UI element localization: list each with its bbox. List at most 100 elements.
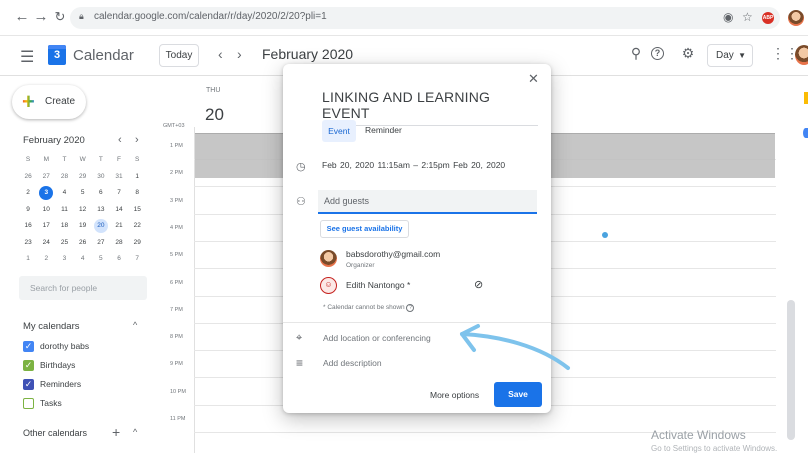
keep-icon[interactable] <box>804 92 808 104</box>
visibility-off-icon[interactable]: ⊘ <box>474 278 483 291</box>
mini-day[interactable]: 10 <box>37 202 55 219</box>
mini-day[interactable]: 5 <box>92 251 110 268</box>
help-icon[interactable]: ? <box>651 47 664 60</box>
mini-day[interactable]: 4 <box>55 185 73 202</box>
event-datetime[interactable]: Feb 20, 2020 11:15am – 2:15pm Feb 20, 20… <box>322 160 505 170</box>
calendar-item[interactable]: ✓ Birthdays <box>23 358 143 374</box>
mini-day[interactable]: 7 <box>128 251 146 268</box>
mini-day[interactable]: 21 <box>110 218 128 235</box>
create-button[interactable]: + Create <box>12 85 86 119</box>
extension-icon[interactable]: ◉ <box>723 10 733 24</box>
other-calendars-heading[interactable]: Other calendars <box>23 428 87 438</box>
mini-day[interactable]: 28 <box>55 169 73 186</box>
calendar-item[interactable]: ✓ dorothy babs <box>23 339 143 355</box>
back-icon[interactable]: ← <box>14 8 30 25</box>
mini-day[interactable]: 5 <box>74 185 92 202</box>
calendar-logo-icon[interactable]: 3 <box>48 45 66 65</box>
settings-gear-icon[interactable]: ⚙ <box>679 45 697 62</box>
mini-day[interactable]: 15 <box>128 202 146 219</box>
mini-next-icon[interactable]: › <box>135 134 139 146</box>
mini-day[interactable]: 1 <box>19 251 37 268</box>
add-description-input[interactable]: Add description <box>323 358 382 368</box>
mini-day[interactable]: 1 <box>128 169 146 186</box>
mini-day[interactable]: 6 <box>92 185 110 202</box>
mini-day-number: 1 <box>26 255 30 262</box>
mini-day[interactable]: 7 <box>110 185 128 202</box>
mini-day[interactable]: 29 <box>74 169 92 186</box>
checkbox-checked-icon[interactable]: ✓ <box>23 341 34 352</box>
tab-event[interactable]: Event <box>322 120 356 142</box>
mini-day[interactable]: 17 <box>37 218 55 235</box>
mini-day[interactable]: 23 <box>19 235 37 252</box>
mini-day[interactable]: 8 <box>128 185 146 202</box>
next-period-icon[interactable]: › <box>237 46 242 62</box>
calendar-item[interactable]: Tasks <box>23 396 143 412</box>
collapse-caret-icon[interactable]: ^ <box>133 320 137 330</box>
see-availability-button[interactable]: See guest availability <box>320 220 409 238</box>
prev-period-icon[interactable]: ‹ <box>218 46 223 62</box>
help-icon[interactable]: ? <box>406 304 415 312</box>
mini-day[interactable]: 27 <box>92 235 110 252</box>
save-button[interactable]: Save <box>494 382 542 407</box>
main-menu-icon[interactable]: ☰ <box>20 47 34 67</box>
mini-day[interactable]: 26 <box>74 235 92 252</box>
mini-day[interactable]: 29 <box>128 235 146 252</box>
mini-day[interactable]: 27 <box>37 169 55 186</box>
mini-day[interactable]: 18 <box>55 218 73 235</box>
checkbox-checked-icon[interactable]: ✓ <box>23 379 34 390</box>
checkbox-checked-icon[interactable]: ✓ <box>23 360 34 371</box>
add-calendar-icon[interactable]: + <box>112 424 120 440</box>
mini-day-number: 26 <box>24 172 32 180</box>
mini-day-number: 4 <box>80 255 85 262</box>
mini-day[interactable]: 13 <box>92 202 110 219</box>
search-people-input[interactable]: Search for people <box>19 276 147 300</box>
my-calendars-heading[interactable]: My calendars <box>23 321 80 332</box>
mini-day[interactable]: 30 <box>92 169 110 186</box>
lock-icon[interactable]: 🔒︎ <box>79 11 84 22</box>
mini-day[interactable]: 14 <box>110 202 128 219</box>
mini-day[interactable]: 24 <box>37 235 55 252</box>
account-avatar[interactable] <box>795 45 808 65</box>
view-select[interactable]: Day ▼ <box>707 44 753 67</box>
close-icon[interactable]: ✕ <box>528 71 539 87</box>
mini-day[interactable]: 11 <box>55 202 73 219</box>
add-guests-input[interactable]: Add guests <box>318 190 537 214</box>
add-location-input[interactable]: Add location or conferencing <box>323 333 431 343</box>
mini-day[interactable]: 16 <box>19 218 37 235</box>
search-icon[interactable]: ⚲ <box>627 45 645 62</box>
mini-day[interactable]: 3 <box>55 251 73 268</box>
star-icon[interactable]: ☆ <box>742 10 753 24</box>
mini-day[interactable]: 12 <box>74 202 92 219</box>
url-text[interactable]: calendar.google.com/calendar/r/day/2020/… <box>94 11 327 22</box>
profile-avatar[interactable] <box>788 10 804 26</box>
mini-day[interactable]: 6 <box>110 251 128 268</box>
today-button[interactable]: Today <box>159 44 199 67</box>
tab-reminder[interactable]: Reminder <box>365 125 402 135</box>
mini-day[interactable]: 28 <box>110 235 128 252</box>
mini-day[interactable]: 2 <box>37 251 55 268</box>
more-options-button[interactable]: More options <box>430 390 479 400</box>
app-title[interactable]: Calendar <box>73 47 134 64</box>
scrollbar[interactable] <box>787 300 795 440</box>
mini-day[interactable]: 4 <box>74 251 92 268</box>
address-bar[interactable]: 🔒︎ calendar.google.com/calendar/r/day/20… <box>70 7 780 29</box>
forward-icon[interactable]: → <box>33 8 49 25</box>
mini-prev-icon[interactable]: ‹ <box>118 134 122 146</box>
calendar-note: * Calendar cannot be shown ? <box>323 304 415 312</box>
mini-day[interactable]: 25 <box>55 235 73 252</box>
day-number[interactable]: 20 <box>205 105 224 125</box>
mini-day[interactable]: 19 <box>74 218 92 235</box>
tasks-icon[interactable] <box>803 128 808 138</box>
mini-day[interactable]: 20 <box>92 218 110 235</box>
checkbox-empty-icon[interactable] <box>23 398 34 409</box>
collapse-caret-icon[interactable]: ^ <box>133 427 137 437</box>
mini-day[interactable]: 3 <box>37 185 55 202</box>
reload-icon[interactable]: ↻ <box>52 9 68 25</box>
abp-icon[interactable]: ABP <box>762 12 774 24</box>
mini-day[interactable]: 2 <box>19 185 37 202</box>
mini-day[interactable]: 31 <box>110 169 128 186</box>
mini-day[interactable]: 9 <box>19 202 37 219</box>
mini-day[interactable]: 26 <box>19 169 37 186</box>
calendar-item[interactable]: ✓ Reminders <box>23 377 143 393</box>
mini-day[interactable]: 22 <box>128 218 146 235</box>
